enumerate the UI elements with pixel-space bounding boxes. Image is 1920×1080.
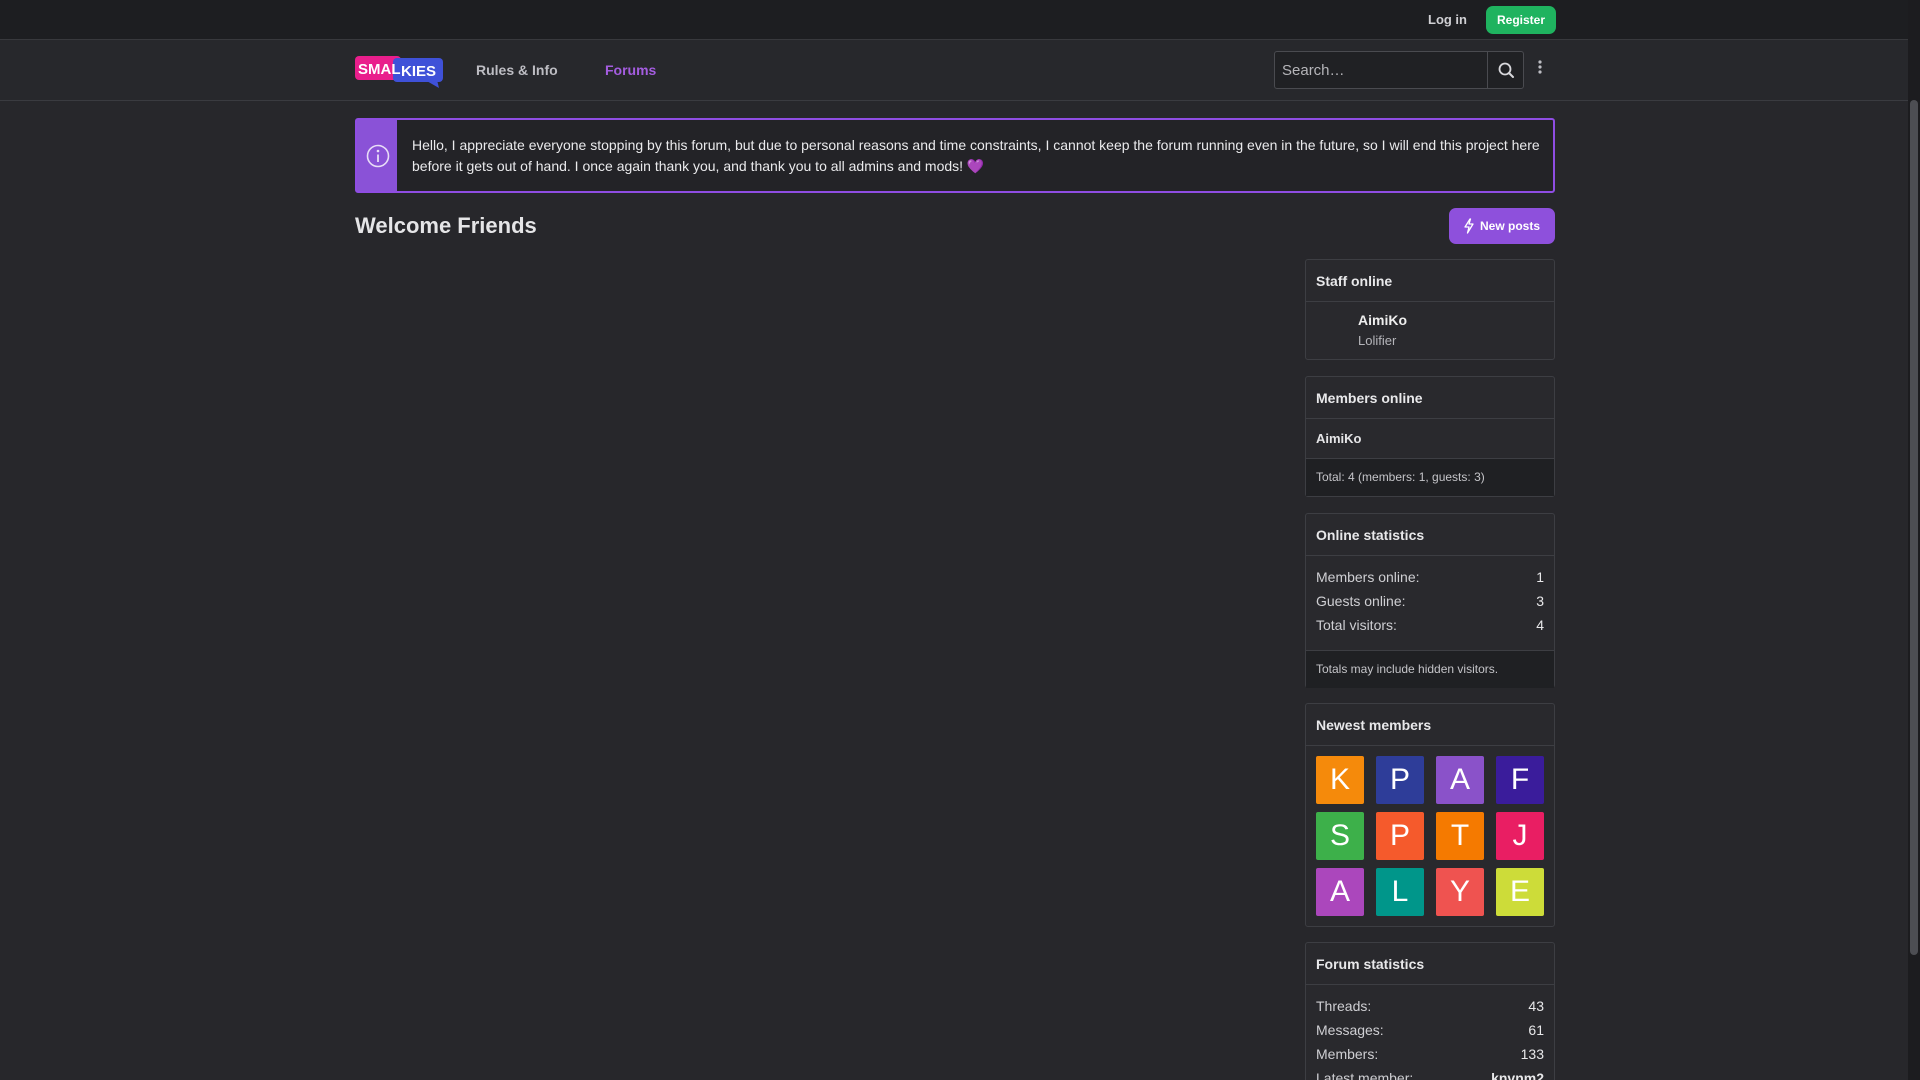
member-avatar[interactable]: P (1376, 756, 1424, 804)
stat-value: 43 (1528, 998, 1544, 1014)
stat-label: Total visitors: (1316, 617, 1397, 633)
online-statistics-list: Members online: 1 Guests online: 3 Total… (1306, 556, 1554, 650)
new-posts-label: New posts (1480, 219, 1541, 233)
forum-statistics-title: Forum statistics (1306, 943, 1554, 985)
stat-value: 1 (1536, 569, 1544, 585)
notice-text: Hello, I appreciate everyone stopping by… (412, 135, 1542, 177)
nav-forums[interactable]: Forums (605, 62, 656, 78)
more-options-button[interactable] (1532, 57, 1548, 79)
top-bar: Log in Register (0, 0, 1908, 40)
lightning-bolt-icon (1464, 218, 1474, 234)
search-input[interactable] (1275, 52, 1485, 88)
stat-row: Guests online: 3 (1306, 589, 1554, 613)
online-statistics-footer: Totals may include hidden visitors. (1306, 650, 1554, 688)
member-avatar[interactable]: E (1496, 868, 1544, 916)
members-online-block: Members online AimiKo Total: 4 (members:… (1305, 376, 1555, 497)
staff-member-title: Lolifier (1358, 333, 1397, 348)
stat-row: Messages: 61 (1306, 1018, 1554, 1042)
member-avatar[interactable]: S (1316, 812, 1364, 860)
staff-member-name[interactable]: AimiKo (1358, 312, 1407, 328)
login-link[interactable]: Log in (1413, 8, 1482, 32)
stat-label: Threads: (1316, 998, 1372, 1014)
search-icon (1498, 62, 1514, 78)
member-avatar[interactable]: L (1376, 868, 1424, 916)
info-icon (366, 144, 390, 168)
stat-value: 133 (1520, 1046, 1544, 1062)
page-title: Welcome Friends (355, 213, 537, 238)
newest-members-block: Newest members KPAFSPTJALYE (1305, 703, 1555, 927)
stat-label: Messages: (1316, 1022, 1384, 1038)
stat-row: Members online: 1 (1306, 565, 1554, 589)
stat-value: 4 (1536, 617, 1544, 633)
notice-icon-column (357, 120, 397, 191)
forum-statistics-list: Threads: 43 Messages: 61 Members: 133 La… (1306, 985, 1554, 1080)
stat-row: Members: 133 (1306, 1042, 1554, 1066)
search-button[interactable] (1487, 52, 1523, 88)
stat-row: Threads: 43 (1306, 994, 1554, 1018)
member-avatar[interactable]: J (1496, 812, 1544, 860)
online-member-link[interactable]: AimiKo (1306, 419, 1554, 458)
site-logo[interactable]: SMAL KIES (355, 54, 445, 88)
site-notice: Hello, I appreciate everyone stopping by… (355, 118, 1555, 193)
members-online-total: Total: 4 (members: 1, guests: 3) (1306, 458, 1554, 496)
member-avatar[interactable]: F (1496, 756, 1544, 804)
vertical-dots-icon (1538, 60, 1542, 74)
search-box (1274, 51, 1524, 89)
page-scrollbar[interactable] (1908, 0, 1920, 1080)
member-avatar[interactable]: A (1316, 868, 1364, 916)
register-button[interactable]: Register (1486, 6, 1557, 34)
member-avatar[interactable]: A (1436, 756, 1484, 804)
purple-heart-emoji: 💜 (966, 158, 985, 174)
latest-member-link[interactable]: knvnm2 (1491, 1066, 1544, 1080)
forum-statistics-block: Forum statistics Threads: 43 Messages: 6… (1305, 942, 1555, 1080)
member-avatar[interactable]: T (1436, 812, 1484, 860)
member-avatar[interactable]: K (1316, 756, 1364, 804)
newest-members-title: Newest members (1306, 704, 1554, 746)
stat-value: 3 (1536, 593, 1544, 609)
online-statistics-title: Online statistics (1306, 514, 1554, 556)
staff-online-block: Staff online AimiKo Lolifier (1305, 259, 1555, 360)
nav-bar: SMAL KIES Rules & Info Forums (0, 40, 1908, 101)
members-online-title: Members online (1306, 377, 1554, 419)
scrollbar-thumb[interactable] (1910, 100, 1918, 955)
member-avatar[interactable]: P (1376, 812, 1424, 860)
stat-value: 61 (1528, 1022, 1544, 1038)
stat-label: Guests online: (1316, 593, 1406, 609)
member-avatar[interactable]: Y (1436, 868, 1484, 916)
svg-text:SMAL: SMAL (358, 61, 401, 78)
newest-members-grid: KPAFSPTJALYE (1306, 746, 1554, 926)
stat-row: Latest member: knvnm2 (1306, 1066, 1554, 1080)
stat-label: Members: (1316, 1046, 1379, 1062)
online-statistics-block: Online statistics Members online: 1 Gues… (1305, 513, 1555, 688)
new-posts-button[interactable]: New posts (1449, 208, 1555, 244)
stat-label: Members online: (1316, 569, 1420, 585)
nav-rules-info[interactable]: Rules & Info (476, 62, 558, 78)
staff-online-title: Staff online (1306, 260, 1554, 302)
stat-label: Latest member: (1316, 1070, 1414, 1080)
stat-row: Total visitors: 4 (1306, 613, 1554, 637)
svg-text:KIES: KIES (401, 63, 436, 80)
